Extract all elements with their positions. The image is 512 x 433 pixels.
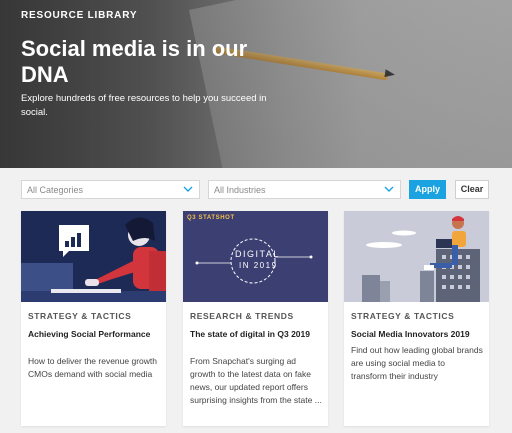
card-category: STRATEGY & TACTICS — [28, 311, 132, 321]
card-category: STRATEGY & TACTICS — [351, 311, 455, 321]
apply-button[interactable]: Apply — [409, 180, 446, 199]
card-title[interactable]: The state of digital in Q3 2019 — [190, 329, 322, 340]
resource-card[interactable]: STRATEGY & TACTICS Social Media Innovato… — [344, 211, 489, 426]
industries-dropdown-value: All Industries — [214, 185, 266, 195]
chevron-down-icon — [183, 186, 193, 192]
resource-card[interactable]: STRATEGY & TACTICS Achieving Social Perf… — [21, 211, 166, 426]
card-title[interactable]: Social Media Innovators 2019 — [351, 329, 491, 340]
card-thumbnail — [344, 211, 489, 302]
thumb-title-line1: DIGITAL — [235, 249, 280, 259]
card-description: Find out how leading global brands are u… — [351, 345, 483, 381]
chevron-down-icon — [384, 186, 394, 192]
page-subtitle: Explore hundreds of free resources to he… — [21, 93, 267, 118]
card-title[interactable]: Achieving Social Performance — [28, 329, 160, 340]
page-title: Social media is in our DNA — [21, 36, 248, 87]
card-category: RESEARCH & TRENDS — [190, 311, 294, 321]
clear-button[interactable]: Clear — [455, 180, 489, 199]
thumb-label: Q3 STATSHOT — [187, 215, 235, 221]
card-thumbnail — [21, 211, 166, 302]
resource-card[interactable]: Q3 STATSHOT DIGITAL IN 2019 RESEARCH & T… — [183, 211, 328, 426]
categories-dropdown[interactable]: All Categories — [21, 180, 200, 199]
categories-dropdown-value: All Categories — [27, 185, 84, 195]
industries-dropdown[interactable]: All Industries — [208, 180, 401, 199]
hero-banner: RESOURCE LIBRARY Social media is in our … — [0, 0, 512, 168]
card-thumbnail: Q3 STATSHOT DIGITAL IN 2019 — [183, 211, 328, 302]
thumb-title-line2: IN 2019 — [239, 261, 278, 270]
page-eyebrow: RESOURCE LIBRARY — [21, 10, 138, 21]
card-description: How to deliver the revenue growth CMOs d… — [28, 356, 157, 379]
card-description: From Snapchat's surging ad growth to the… — [190, 356, 322, 405]
